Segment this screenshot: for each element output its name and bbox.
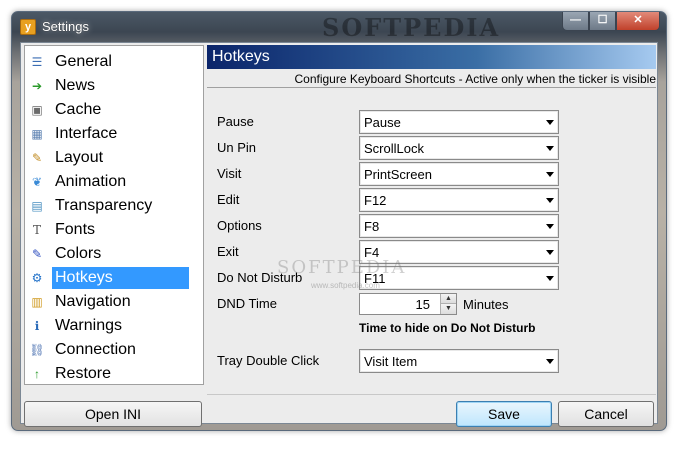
chevron-down-icon[interactable] bbox=[546, 224, 554, 229]
softpedia-watermark: SOFTPEDIA bbox=[277, 257, 407, 278]
client-area: ☰ General ➔ News ▣ Cache ▦ Interface ✎ L… bbox=[20, 42, 658, 427]
hotkey-label-edit: Edit bbox=[217, 192, 240, 207]
sidebar-item-warnings[interactable]: ℹ Warnings bbox=[29, 314, 189, 338]
chevron-down-icon[interactable] bbox=[546, 146, 554, 151]
animation-butterfly-icon: ❦ bbox=[31, 175, 43, 189]
open-ini-button[interactable]: Open INI bbox=[24, 401, 202, 427]
hotkeys-gear-icon: ⚙ bbox=[31, 271, 43, 285]
sidebar-item-label: Animation bbox=[55, 173, 127, 190]
connection-network-icon: ⛓ bbox=[29, 343, 45, 357]
chevron-down-icon[interactable] bbox=[546, 198, 554, 203]
transparency-monitor-icon: ▤ bbox=[31, 199, 43, 213]
hotkey-label-options: Options bbox=[217, 218, 262, 233]
sidebar-item-colors[interactable]: ✎ Colors bbox=[29, 242, 189, 266]
sidebar-item-label: Connection bbox=[55, 341, 136, 358]
spin-up-icon[interactable]: ▲ bbox=[441, 294, 456, 304]
chevron-down-icon[interactable] bbox=[546, 250, 554, 255]
sidebar-item-fonts[interactable]: T Fonts bbox=[29, 218, 189, 242]
sidebar-item-general[interactable]: ☰ General bbox=[29, 50, 189, 74]
layout-pencil-icon: ✎ bbox=[31, 151, 43, 165]
restore-arrow-icon: ↑ bbox=[34, 367, 40, 381]
combo-value: Pause bbox=[364, 115, 401, 130]
unpin-hotkey-select[interactable]: ScrollLock bbox=[359, 136, 559, 160]
sidebar-item-restore[interactable]: ↑ Restore bbox=[29, 362, 189, 386]
cancel-button[interactable]: Cancel bbox=[558, 401, 654, 427]
dnd-time-stepper[interactable]: 15 ▲ ▼ bbox=[359, 293, 457, 315]
sidebar-item-label: Navigation bbox=[55, 293, 131, 310]
dnd-time-note: Time to hide on Do Not Disturb bbox=[359, 321, 536, 335]
sidebar-item-label: General bbox=[55, 53, 112, 70]
sidebar-item-hotkeys[interactable]: ⚙ Hotkeys bbox=[29, 266, 189, 290]
sidebar-item-label: Fonts bbox=[55, 221, 96, 238]
sidebar-item-label: Transparency bbox=[55, 197, 153, 214]
sidebar-item-label: Cache bbox=[55, 101, 102, 118]
sidebar-item-connection[interactable]: ⛓ Connection bbox=[29, 338, 189, 362]
combo-value: PrintScreen bbox=[364, 167, 432, 182]
hotkey-label-pause: Pause bbox=[217, 114, 254, 129]
button-divider bbox=[207, 394, 656, 395]
chevron-down-icon[interactable] bbox=[546, 359, 554, 364]
combo-value: F8 bbox=[364, 219, 380, 234]
sidebar-item-label: Warnings bbox=[55, 317, 122, 334]
window-title: Settings bbox=[42, 19, 89, 34]
dnd-time-label: DND Time bbox=[217, 296, 277, 311]
panel-title: Hotkeys bbox=[207, 45, 656, 69]
tray-double-click-select[interactable]: Visit Item bbox=[359, 349, 559, 373]
chevron-down-icon[interactable] bbox=[546, 172, 554, 177]
news-arrow-icon: ➔ bbox=[31, 79, 43, 93]
sidebar-item-news[interactable]: ➔ News bbox=[29, 74, 189, 98]
softpedia-watermark: SOFTPEDIA bbox=[322, 13, 501, 42]
cache-box-icon: ▣ bbox=[31, 103, 43, 117]
visit-hotkey-select[interactable]: PrintScreen bbox=[359, 162, 559, 186]
hotkey-label-visit: Visit bbox=[217, 166, 242, 181]
minimize-button[interactable]: — bbox=[562, 12, 589, 31]
combo-value: F12 bbox=[364, 193, 387, 208]
settings-sidebar: ☰ General ➔ News ▣ Cache ▦ Interface ✎ L… bbox=[24, 45, 204, 385]
sidebar-item-animation[interactable]: ❦ Animation bbox=[29, 170, 189, 194]
close-button[interactable]: ✕ bbox=[616, 12, 660, 31]
fonts-page-icon: T bbox=[32, 223, 41, 237]
hotkey-label-exit: Exit bbox=[217, 244, 239, 259]
hotkey-label-unpin: Un Pin bbox=[217, 140, 257, 155]
sidebar-item-transparency[interactable]: ▤ Transparency bbox=[29, 194, 189, 218]
window-controls: — ☐ ✕ bbox=[562, 12, 660, 32]
navigation-compass-icon: ▥ bbox=[31, 295, 43, 309]
dnd-time-unit: Minutes bbox=[463, 297, 509, 312]
sidebar-item-label: Restore bbox=[55, 365, 112, 382]
spinner-buttons: ▲ ▼ bbox=[440, 294, 456, 314]
tray-double-click-label: Tray Double Click bbox=[217, 353, 320, 368]
save-button[interactable]: Save bbox=[456, 401, 552, 427]
sidebar-item-navigation[interactable]: ▥ Navigation bbox=[29, 290, 189, 314]
sidebar-item-label: Hotkeys bbox=[52, 267, 189, 289]
general-list-icon: ☰ bbox=[31, 55, 43, 69]
chevron-down-icon[interactable] bbox=[546, 276, 554, 281]
panel-subtitle: Configure Keyboard Shortcuts - Active on… bbox=[207, 70, 656, 88]
app-icon[interactable]: y bbox=[20, 19, 36, 35]
colors-palette-icon: ✎ bbox=[31, 247, 43, 261]
sidebar-item-cache[interactable]: ▣ Cache bbox=[29, 98, 189, 122]
spin-down-icon[interactable]: ▼ bbox=[441, 304, 456, 314]
interface-grid-icon: ▦ bbox=[31, 127, 43, 141]
sidebar-item-label: Colors bbox=[55, 245, 102, 262]
title-bar[interactable]: y Settings SOFTPEDIA — ☐ ✕ bbox=[12, 12, 666, 42]
sidebar-item-label: News bbox=[55, 77, 96, 94]
softpedia-watermark-url: www.softpedia.com bbox=[311, 281, 380, 290]
combo-value: ScrollLock bbox=[364, 141, 424, 156]
edit-hotkey-select[interactable]: F12 bbox=[359, 188, 559, 212]
sidebar-item-label: Interface bbox=[55, 125, 118, 142]
sidebar-item-layout[interactable]: ✎ Layout bbox=[29, 146, 189, 170]
sidebar-item-label: Layout bbox=[55, 149, 104, 166]
combo-value: Visit Item bbox=[364, 354, 418, 369]
chevron-down-icon[interactable] bbox=[546, 120, 554, 125]
pause-hotkey-select[interactable]: Pause bbox=[359, 110, 559, 134]
warnings-info-icon: ℹ bbox=[34, 319, 40, 333]
maximize-button[interactable]: ☐ bbox=[589, 12, 616, 31]
dnd-time-value: 15 bbox=[415, 297, 430, 312]
options-hotkey-select[interactable]: F8 bbox=[359, 214, 559, 238]
sidebar-item-interface[interactable]: ▦ Interface bbox=[29, 122, 189, 146]
settings-window: y Settings SOFTPEDIA — ☐ ✕ ☰ General ➔ N… bbox=[11, 11, 667, 431]
